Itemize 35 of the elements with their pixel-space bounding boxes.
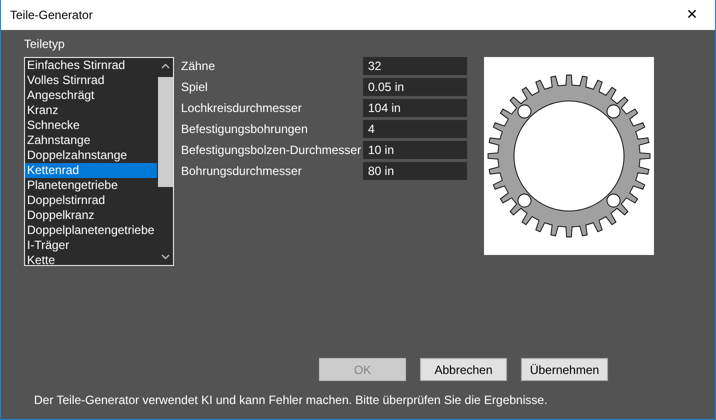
list-item[interactable]: Doppelstirnrad: [25, 193, 157, 208]
list-item[interactable]: Volles Stirnrad: [25, 73, 157, 88]
dialog-button[interactable]: Übernehmen: [521, 358, 608, 381]
parameter-label: Lochkreisdurchmesser: [181, 100, 303, 117]
list-item[interactable]: Kettenrad: [25, 163, 157, 178]
dialog-button[interactable]: Abbrechen: [420, 358, 507, 381]
list-item[interactable]: Schnecke: [25, 118, 157, 133]
parameter-label: Befestigungsbolzen-Durchmesser: [181, 142, 362, 159]
scrollbar-thumb[interactable]: [158, 77, 172, 187]
parameter-field[interactable]: 4: [363, 120, 467, 138]
window-title: Teile-Generator: [10, 8, 93, 22]
list-item[interactable]: Kette: [25, 253, 157, 265]
list-item[interactable]: Planetengetriebe: [25, 178, 157, 193]
list-item[interactable]: Doppelzahnstange: [25, 148, 157, 163]
list-item[interactable]: I-Träger: [25, 238, 157, 253]
close-button[interactable]: ✕: [669, 0, 715, 30]
list-item[interactable]: Angeschrägt: [25, 88, 157, 103]
parameter-label: Befestigungsbohrungen: [181, 121, 309, 138]
parameter-label: Zähne: [181, 58, 216, 75]
disclaimer-text: Der Teile-Generator verwendet KI und kann Fehler machen. Bitte überprüfen Sie die Ergebnisse.: [34, 393, 548, 407]
part-type-label: Teiletyp: [24, 37, 66, 51]
scroll-up-icon[interactable]: [160, 62, 170, 71]
parameter-field[interactable]: 80 in: [363, 162, 467, 180]
scroll-down-icon[interactable]: [160, 252, 170, 261]
parameter-field[interactable]: 0.05 in: [363, 78, 467, 96]
list-item[interactable]: Einfaches Stirnrad: [25, 58, 157, 73]
list-item[interactable]: Doppelplanetengetriebe: [25, 223, 157, 238]
list-item[interactable]: Doppelkranz: [25, 208, 157, 223]
parameter-field[interactable]: 104 in: [363, 99, 467, 117]
list-item[interactable]: Zahnstange: [25, 133, 157, 148]
list-item[interactable]: Kranz: [25, 103, 157, 118]
parameter-field[interactable]: 10 in: [363, 141, 467, 159]
parameter-label: Bohrungsdurchmesser: [181, 163, 303, 180]
parameter-field[interactable]: 32: [363, 57, 467, 75]
parameter-label: Spiel: [181, 79, 209, 96]
